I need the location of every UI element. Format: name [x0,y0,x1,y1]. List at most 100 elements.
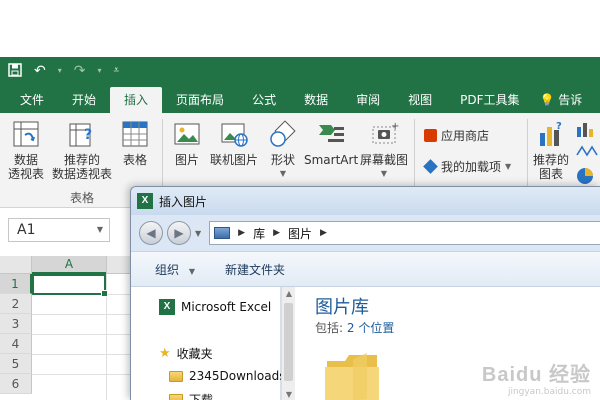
online-pictures-label: 联机图片 [210,153,259,167]
recommended-pivottables-label-2: 数据透视表 [52,167,113,181]
excel-logo-icon: X [159,299,175,315]
undo-icon[interactable]: ↶ [34,64,46,78]
my-addins-dropdown-icon: ▼ [505,162,512,171]
scroll-thumb[interactable] [284,303,293,381]
nav-item-download[interactable]: 下载 [169,391,213,400]
nav-item-label: 2345Downloads [189,369,286,383]
nav-item-label: Microsoft Excel [181,300,272,314]
tab-page-layout[interactable]: 页面布局 [162,87,238,113]
screenshot-icon: + [372,121,399,144]
name-box[interactable]: A1 ▼ [8,218,110,242]
gridline [32,354,140,355]
redo-icon[interactable]: ↷ [74,64,86,78]
table-icon [122,121,148,147]
worksheet-grid[interactable]: A 1 2 3 4 5 6 [0,256,140,400]
library-title: 图片库 [315,297,369,318]
nav-item-downloads-folder[interactable]: 2345Downloads [169,369,285,383]
column-header-a[interactable]: A [32,256,106,274]
pivottable-icon [13,121,39,147]
scroll-up-icon[interactable]: ▲ [282,289,296,298]
save-icon[interactable] [8,62,22,80]
organize-dropdown-icon: ▼ [188,266,195,276]
smartart-label: SmartArt [304,153,359,167]
column-chart-icon[interactable] [576,121,594,140]
folder-icon[interactable] [323,349,381,400]
store-button[interactable]: 应用商店 [424,127,489,144]
breadcrumb-separator-icon: ▶ [238,228,246,238]
dialog-titlebar[interactable]: X 插入图片 [131,187,600,215]
address-bar[interactable]: ▶ 库 ▶ 图片 ▶ [209,221,600,245]
tell-me[interactable]: 💡 告诉 [534,87,597,113]
address-row: ◀ ▶ ▼ ▶ 库 ▶ 图片 ▶ [131,215,600,251]
tab-view[interactable]: 视图 [394,87,446,113]
tab-file[interactable]: 文件 [0,87,58,113]
nav-item-excel[interactable]: X Microsoft Excel [159,299,271,315]
smartart-button[interactable]: SmartArt [304,119,358,167]
shapes-icon [270,120,296,147]
file-list-pane: 图片库 包括: 2 个位置 Baidu 经验 jingyan.baidu.com [295,287,600,400]
pivottable-button[interactable]: 数据 透视表 [8,119,44,181]
recommended-charts-button[interactable]: ? 推荐的 图表 [533,119,569,181]
my-addins-label: 我的加载项 [441,160,502,174]
breadcrumb-item[interactable]: 库 [253,225,265,242]
nav-item-label: 下载 [189,393,214,400]
nav-item-favorites[interactable]: ★ 收藏夹 [159,345,213,362]
customize-qat-icon[interactable]: ⩡ [114,66,120,76]
star-icon: ★ [159,346,171,361]
recent-locations-icon[interactable]: ▼ [195,229,201,238]
picture-icon [174,123,200,145]
undo-dropdown-icon[interactable]: ▾ [58,67,62,75]
tab-formulas[interactable]: 公式 [238,87,290,113]
pie-chart-icon[interactable] [576,167,594,188]
table-button[interactable]: 表格 [120,119,150,167]
my-addins-button[interactable]: 我的加载项 ▼ [423,158,512,175]
navigation-pane: X Microsoft Excel ★ 收藏夹 2345Downloads 下载 [131,287,285,400]
ribbon-tabs: 文件 开始 插入 页面布局 公式 数据 审阅 视图 PDF工具集 💡 告诉 [0,85,600,113]
name-box-value: A1 [17,222,36,238]
back-button[interactable]: ◀ [139,221,163,245]
scroll-down-icon[interactable]: ▼ [282,390,296,399]
pictures-button[interactable]: 图片 [172,119,202,167]
recommended-pivottable-icon: ? [69,123,92,147]
my-addins-icon [423,159,438,174]
tab-insert[interactable]: 插入 [110,87,163,113]
row-header[interactable]: 2 [0,294,32,314]
svg-text:?: ? [84,127,92,143]
row-header[interactable]: 1 [0,274,32,294]
redo-dropdown-icon[interactable]: ▾ [97,67,101,75]
organize-button[interactable]: 组织 ▼ [155,261,195,278]
recommended-charts-label-2: 图表 [539,167,564,181]
lightbulb-icon: 💡 [539,93,555,107]
back-arrow-icon: ◀ [146,226,156,240]
breadcrumb-separator-icon: ▶ [320,228,327,238]
store-icon [424,129,437,142]
excel-logo-icon: X [137,193,153,209]
row-header[interactable]: 5 [0,354,32,374]
name-box-dropdown-icon[interactable]: ▼ [97,219,103,241]
tab-home[interactable]: 开始 [58,87,110,113]
select-all-corner[interactable] [0,256,32,274]
group-label-tables: 表格 [70,191,95,205]
tab-review[interactable]: 审阅 [342,87,394,113]
forward-button[interactable]: ▶ [167,221,191,245]
library-icon [214,227,231,239]
online-pictures-button[interactable]: 联机图片 [210,119,258,167]
new-folder-button[interactable]: 新建文件夹 [225,261,285,278]
library-locations-link[interactable]: 2 个位置 [347,321,394,335]
nav-scrollbar[interactable]: ▲ ▼ [281,287,295,400]
row-header[interactable]: 4 [0,334,32,354]
shapes-button[interactable]: 形状 ▼ [268,119,298,181]
gridline [32,314,140,315]
organize-label: 组织 [155,262,180,277]
line-chart-icon[interactable] [576,143,598,162]
row-header[interactable]: 6 [0,374,32,394]
recommended-pivottables-button[interactable]: ? 推荐的 数据透视表 [52,119,112,181]
tab-data[interactable]: 数据 [290,87,342,113]
screenshot-button[interactable]: + 屏幕截图 ▼ [360,119,408,181]
insert-picture-dialog: X 插入图片 ◀ ▶ ▼ ▶ 库 ▶ 图片 ▶ 组织 ▼ 新建文件夹 X Mic… [130,186,600,400]
pivottable-label-2: 透视表 [8,167,45,181]
active-cell-a1[interactable] [32,274,108,297]
tab-pdf-tools[interactable]: PDF工具集 [446,87,533,113]
row-header[interactable]: 3 [0,314,32,334]
breadcrumb-item[interactable]: 图片 [288,225,312,242]
